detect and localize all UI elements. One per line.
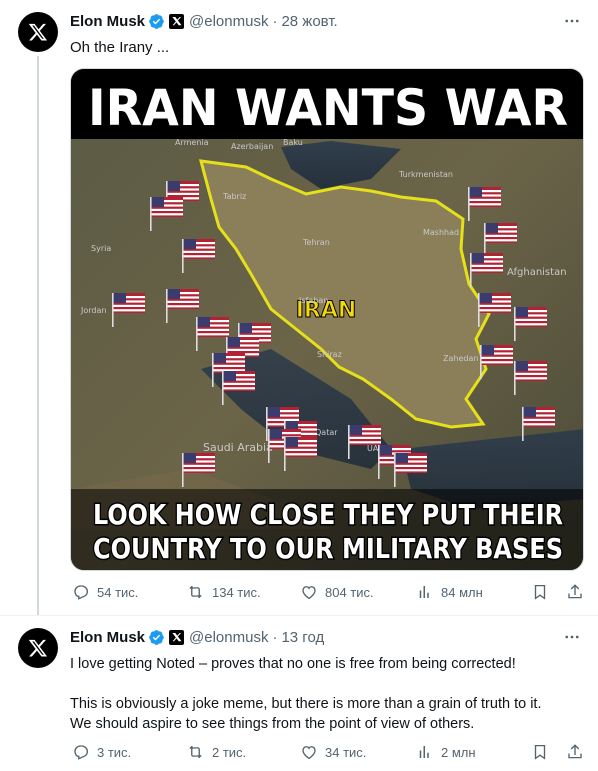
- reply-count: 54 тис.: [97, 584, 139, 600]
- tweet-image[interactable]: IRAN Armenia Azerbaijan Baku Turkmenista…: [70, 68, 584, 571]
- repost-button[interactable]: 134 тис.: [186, 583, 261, 601]
- bookmark-button[interactable]: [531, 743, 549, 761]
- repost-count: 134 тис.: [212, 584, 261, 600]
- tweet-text-line: I love getting Noted – proves that no on…: [70, 656, 516, 672]
- repost-button[interactable]: 2 тис.: [186, 743, 246, 761]
- avatar[interactable]: [18, 12, 58, 52]
- views-button[interactable]: 2 млн: [416, 743, 476, 761]
- verified-badge-icon: [148, 13, 165, 30]
- tweet-actions: 54 тис. 134 тис. 804 тис. 84 млн: [70, 583, 590, 603]
- bookmark-button[interactable]: [531, 583, 549, 601]
- like-button[interactable]: 804 тис.: [300, 583, 374, 601]
- author-handle[interactable]: @elonmusk: [189, 13, 268, 30]
- separator-dot: ·: [272, 12, 278, 30]
- bookmark-icon: [534, 584, 546, 600]
- x-logo-icon: [28, 639, 48, 657]
- reply-icon: [74, 585, 89, 600]
- map-label: Armenia: [175, 138, 209, 147]
- like-icon: [302, 746, 316, 760]
- tweet-header: Elon Musk @elonmusk · 28 жовт.: [70, 11, 338, 31]
- like-button[interactable]: 34 тис.: [300, 743, 366, 761]
- map-label: Qatar: [315, 428, 338, 437]
- map-label: Azerbaijan: [231, 142, 273, 151]
- tweet-actions: 3 тис. 2 тис. 34 тис. 2 млн: [70, 743, 590, 763]
- views-count: 2 млн: [441, 744, 476, 760]
- timestamp[interactable]: 13 год: [281, 629, 324, 646]
- map-label: Syria: [91, 244, 111, 253]
- author-name[interactable]: Elon Musk: [70, 629, 145, 646]
- like-count: 804 тис.: [325, 584, 374, 600]
- avatar[interactable]: [18, 628, 58, 668]
- views-icon: [419, 586, 429, 598]
- tweet[interactable]: Elon Musk @elonmusk · 28 жовт. Oh the Ir…: [0, 0, 598, 616]
- map-label: Shiraz: [317, 350, 342, 359]
- verified-badge-icon: [148, 629, 165, 646]
- share-button[interactable]: [566, 743, 584, 761]
- map-label: Turkmenistan: [398, 170, 453, 179]
- thread-line: [37, 56, 39, 616]
- map-label: Mashhad: [423, 228, 459, 237]
- like-icon: [302, 586, 316, 600]
- map-label: Tehran: [302, 238, 330, 247]
- like-count: 34 тис.: [325, 744, 367, 760]
- bookmark-icon: [534, 744, 546, 760]
- share-button[interactable]: [566, 583, 584, 601]
- map-label: Tabriz: [222, 192, 246, 201]
- more-icon[interactable]: [562, 628, 582, 646]
- x-affiliate-icon[interactable]: [169, 13, 185, 29]
- reply-button[interactable]: 54 тис.: [72, 583, 138, 601]
- reply-icon: [74, 745, 89, 760]
- map-label: Saudi Arabia: [203, 441, 273, 454]
- views-button[interactable]: 84 млн: [416, 583, 483, 601]
- more-icon[interactable]: [562, 12, 582, 30]
- views-icon: [419, 746, 429, 758]
- repost-icon: [189, 745, 202, 759]
- share-icon: [568, 744, 582, 759]
- timestamp[interactable]: 28 жовт.: [281, 13, 337, 30]
- author-name[interactable]: Elon Musk: [70, 13, 145, 30]
- repost-icon: [189, 585, 202, 599]
- meme-caption-line1: LOOK HOW CLOSE THEY PUT THEIR: [93, 498, 563, 531]
- map-label: Zahedan: [443, 354, 478, 363]
- reply-count: 3 тис.: [97, 744, 132, 760]
- map-label: Jordan: [80, 306, 106, 315]
- tweet-header: Elon Musk @elonmusk · 13 год: [70, 627, 324, 647]
- map-label: Baku: [283, 138, 303, 147]
- meme-headline: IRAN WANTS WAR: [88, 79, 568, 137]
- tweet-text: I love getting Noted – proves that no on…: [70, 654, 580, 734]
- meme-caption-line2: COUNTRY TO OUR MILITARY BASES: [93, 532, 563, 565]
- tweet-text-line: We should aspire to see things from the …: [70, 716, 475, 732]
- meme-image: IRAN Armenia Azerbaijan Baku Turkmenista…: [71, 69, 583, 570]
- repost-count: 2 тис.: [212, 744, 247, 760]
- reply-button[interactable]: 3 тис.: [72, 743, 131, 761]
- x-affiliate-icon[interactable]: [169, 629, 185, 645]
- separator-dot: ·: [272, 628, 278, 646]
- tweet-text: Oh the Irany ...: [70, 39, 170, 56]
- share-icon: [568, 584, 582, 599]
- author-handle[interactable]: @elonmusk: [189, 629, 268, 646]
- map-label: Afghanistan: [507, 267, 567, 278]
- views-count: 84 млн: [441, 584, 483, 600]
- x-logo-icon: [28, 23, 48, 41]
- map-label: Isfahan: [299, 296, 328, 305]
- tweet[interactable]: Elon Musk @elonmusk · 13 год I love gett…: [0, 616, 598, 771]
- tweet-text-line: This is obviously a joke meme, but there…: [70, 696, 542, 712]
